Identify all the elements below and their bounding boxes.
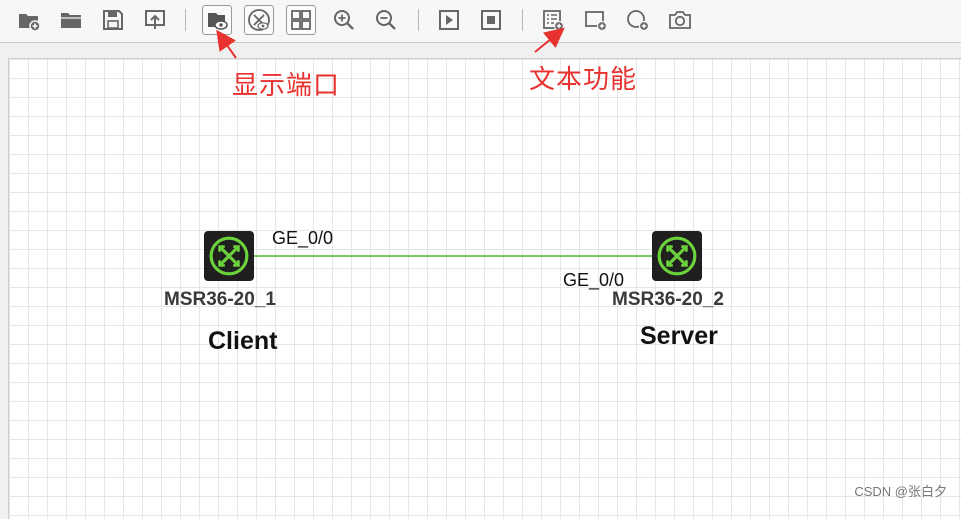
topology-icon — [248, 9, 270, 31]
show-port-icon — [208, 13, 228, 30]
export-button[interactable] — [140, 5, 170, 35]
toolbar-separator — [418, 9, 419, 31]
add-rectangle-button[interactable] — [581, 5, 611, 35]
device-name: MSR36-20_2 — [612, 289, 724, 310]
text-icon — [543, 10, 565, 32]
new-project-icon — [19, 14, 41, 32]
start-button[interactable] — [434, 5, 464, 35]
stop-button[interactable] — [476, 5, 506, 35]
screenshot-button[interactable] — [665, 5, 695, 35]
open-folder-button[interactable] — [56, 5, 86, 35]
zoom-out-icon — [376, 10, 396, 30]
device-role-label[interactable]: Server — [640, 322, 718, 351]
zoom-in-icon — [334, 10, 354, 30]
screenshot-icon — [669, 11, 691, 29]
toolbar-separator — [185, 9, 186, 31]
router-device-1[interactable] — [204, 231, 254, 281]
show-port-annotation: 显示端口 — [232, 71, 341, 101]
stop-icon — [481, 10, 501, 30]
zoom-in-button[interactable] — [329, 5, 359, 35]
save-icon — [103, 10, 123, 30]
device-role-label[interactable]: Client — [208, 327, 277, 356]
toolbar — [0, 0, 961, 43]
port-label: GE_0/0 — [272, 228, 334, 248]
port-label: GE_0/0 — [563, 270, 625, 290]
grid-button[interactable] — [286, 5, 316, 35]
grid-icon — [291, 10, 311, 30]
export-icon — [145, 10, 165, 29]
add-rectangle-icon — [585, 11, 608, 32]
add-ellipse-button[interactable] — [623, 5, 653, 35]
watermark: CSDN @张白夕 — [854, 484, 947, 499]
topology-canvas[interactable] — [8, 58, 961, 519]
router-icon — [657, 236, 697, 276]
toolbar-separator — [522, 9, 523, 31]
topology-button[interactable] — [244, 5, 274, 35]
save-button[interactable] — [98, 5, 128, 35]
show-port-button[interactable] — [202, 5, 232, 35]
open-folder-icon — [61, 13, 81, 28]
text-function-annotation: 文本功能 — [529, 65, 638, 95]
new-project-button[interactable] — [14, 5, 44, 35]
device-name: MSR36-20_1 — [164, 289, 276, 310]
text-button[interactable] — [538, 5, 568, 35]
start-icon — [439, 10, 459, 30]
router-icon — [209, 236, 249, 276]
router-device-2[interactable] — [652, 231, 702, 281]
zoom-out-button[interactable] — [371, 5, 401, 35]
add-ellipse-icon — [627, 10, 650, 32]
